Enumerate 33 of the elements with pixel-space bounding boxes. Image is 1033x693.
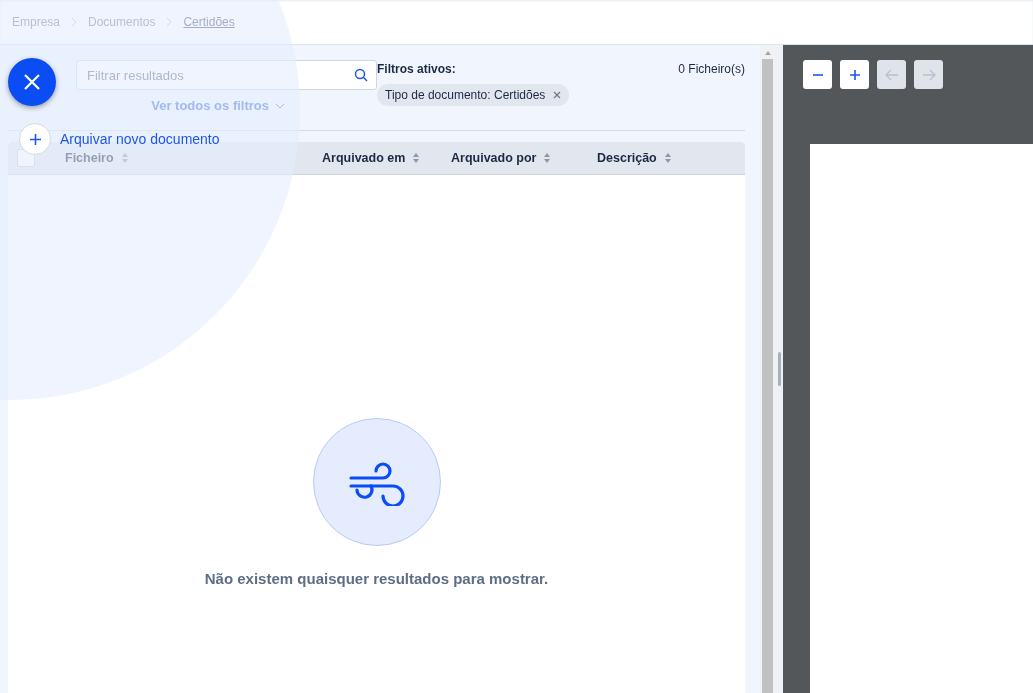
arrow-right-icon [921,68,936,81]
show-filters-button[interactable]: Ver todos os filtros [151,98,285,113]
resize-handle[interactable] [777,352,781,386]
search-field[interactable]: Filtrar resultados [76,60,377,90]
arrow-left-icon [884,68,899,81]
scroll-up-icon[interactable] [763,50,772,56]
column-header[interactable]: Arquivado em [322,151,451,165]
plus-button[interactable] [840,60,869,89]
breadcrumb-link[interactable]: Empresa [12,15,61,29]
chevron-right-icon [70,17,79,27]
breadcrumb-link[interactable]: Documentos [88,15,156,29]
sort-icon[interactable] [543,152,552,164]
search-input[interactable]: Filtrar resultados [85,66,354,84]
close-icon[interactable] [553,91,562,99]
sort-icon[interactable] [663,152,672,164]
sort-icon[interactable] [412,152,421,164]
close-icon [23,73,41,91]
chevron-right-icon [165,17,174,27]
scrollbar-thumb[interactable] [762,59,773,693]
active-filters-label: Filtros ativos: [377,62,456,76]
column-header[interactable]: Descrição [597,151,717,165]
empty-message: Não existem quaisquer resultados para mostrar. [204,570,549,587]
breadcrumb-link[interactable]: Certidões [183,15,235,29]
chevron-down-icon [275,102,285,109]
column-header[interactable]: Ficheiro [65,151,322,165]
plus-icon [28,132,42,146]
chip-label: Tipo de documento: Certidões [385,88,546,102]
sort-icon[interactable] [120,152,129,164]
plus-icon [848,68,861,81]
file-count: 0 Ficheiro(s) [678,62,745,76]
search-icon[interactable] [354,68,368,82]
column-header[interactable]: Arquivado por [451,151,597,165]
minus-button[interactable] [803,60,832,89]
